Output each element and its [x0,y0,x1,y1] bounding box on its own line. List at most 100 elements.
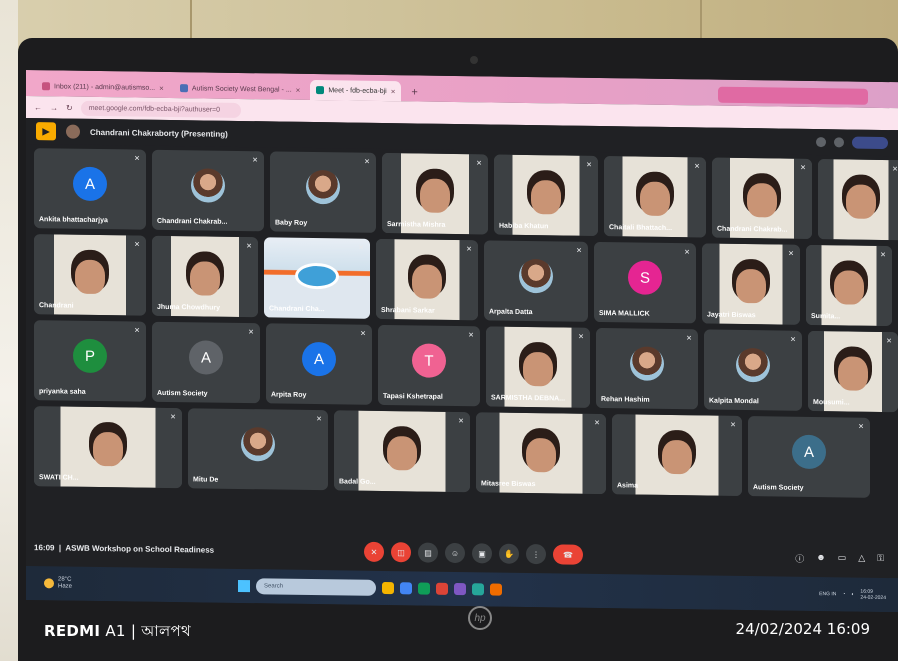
participant-name: Jhuma Chowdhury [157,303,221,312]
app-icon[interactable] [436,582,449,595]
app-icon[interactable] [490,583,503,596]
app-icon[interactable] [454,582,467,596]
mic-muted-icon: ✕ [800,164,806,172]
participant-tile[interactable]: A ✕ Autism Society [152,321,260,404]
participant-tile[interactable]: ✕ Chandrani Chakrab... [712,157,812,239]
participant-tile[interactable]: ✕ Jayatri Biswas [702,243,800,325]
grid-row: P ✕ priyanka saha A ✕ Autism Society A ✕ Arpita … [34,320,898,413]
captions-icon[interactable]: ▤ [418,542,438,563]
participant-tile[interactable]: ✕ Mitasree Biswas [476,412,606,495]
participant-face [523,351,553,386]
participant-tile[interactable]: ✕ Sarmistha Mishra [382,152,488,235]
avatar [519,259,553,294]
participant-tile[interactable]: ✕ Chandrani [34,234,146,316]
participant-tile[interactable]: A ✕ Autism Society [748,416,870,498]
settings-icon[interactable] [816,137,826,148]
presentation-logo [295,263,339,290]
present-icon[interactable]: ▣ [472,543,492,564]
participant-tile[interactable]: ✕ Habiba Khatun [494,154,598,236]
clock[interactable]: 16:09 24-02-2024 [860,589,886,601]
participant-tile[interactable]: ✕ Shrabani Sarkar [376,238,478,321]
participant-tile[interactable]: ✕ Arpalta Datta [484,240,588,322]
url-input[interactable]: meet.google.com/fdb-ecba-bji?authuser=0 [80,100,241,118]
participant-tile[interactable]: ✕ Chandrani Cha... [264,237,370,319]
new-tab-button[interactable]: + [405,86,423,101]
people-icon[interactable]: ☻ [816,552,825,565]
mic-muted-icon: ✕ [248,329,254,337]
presenting-label: Chandrani Chakraborty (Presenting) [90,127,228,139]
participant-tile[interactable]: ✕ Kalpita Mondal [704,329,802,411]
avatar [191,168,225,203]
activities-icon[interactable]: △ [858,552,865,565]
participant-name: SIMA MALLICK [599,310,650,318]
participant-tile[interactable]: A ✕ Ankita bhattacharjya [34,148,146,230]
participant-tile[interactable]: ✕ Asima [612,414,742,496]
participant-name: Autism Society [753,484,804,492]
participant-tile[interactable]: T ✕ Tapasi Kshetrapal [378,324,480,407]
meeting-controls: ✕ ◫ ▤ ☺ ▣ ✋ ⋮ ☎ [364,541,583,565]
system-tray: ENG IN ◔ ◐ 16:09 24-02-2024 [819,588,886,601]
volume-icon[interactable]: ◐ [851,592,854,598]
grid-row: A ✕ Ankita bhattacharjya ✕ Chandrani Chakrab… [34,148,898,241]
browser-tab[interactable]: Inbox (211) - admin@autismso... × [36,76,170,98]
participant-name: Autism Society [157,389,208,398]
profile-button[interactable] [852,136,888,150]
participant-tile[interactable]: ✕ Badal Go... [334,410,470,493]
raise-hand-icon[interactable]: ✋ [499,543,519,564]
close-tab-icon[interactable]: × [159,83,164,92]
camera-off-icon[interactable]: ◫ [391,542,411,563]
participant-name: Chandrani Chakrab... [157,217,228,226]
participant-tile[interactable]: ✕ SARMISTHA DEBNA... [486,326,590,408]
participant-tile[interactable]: ✕ Rehan Hashim [596,327,698,410]
mic-muted-icon: ✕ [730,421,736,429]
mic-muted-icon: ✕ [364,158,370,166]
chat-icon[interactable]: ▭ [838,552,847,565]
participant-tile[interactable]: ✕ Sumita... [806,244,892,327]
participant-tile[interactable]: ✕ SWATI CH... [34,406,182,489]
host-controls-icon[interactable]: ⚿ [877,552,884,565]
browser-tab[interactable]: Autism Society West Bengal - ... × [174,78,307,100]
file-explorer-icon[interactable] [382,581,395,595]
close-tab-icon[interactable]: × [391,87,396,96]
emoji-icon[interactable]: ☺ [445,542,465,564]
info-icon[interactable]: ⓘ [795,551,804,564]
participant-tile[interactable]: ✕ Mousumi... [808,330,898,413]
participant-tile[interactable]: ✕ Chaitali Bhattach... [604,156,706,238]
participant-name: Chaitali Bhattach... [609,224,673,233]
more-options-icon[interactable]: ⋮ [526,543,546,565]
participant-tile[interactable]: ✕ [818,159,898,241]
windows-start-icon[interactable] [238,579,251,593]
end-call-icon[interactable]: ☎ [553,544,583,565]
participant-tile[interactable]: S ✕ SIMA MALLICK [594,241,696,324]
participant-tile[interactable]: ✕ Chandrani Chakrab... [152,149,264,232]
account-icon[interactable] [834,137,844,148]
participant-grid: A ✕ Ankita bhattacharjya ✕ Chandrani Chakrab… [34,148,898,504]
mic-off-icon[interactable]: ✕ [364,541,384,562]
back-icon[interactable]: ← [34,103,42,112]
participant-tile[interactable]: ✕ Baby Roy [270,151,376,233]
taskbar-search[interactable]: Search [256,578,377,596]
close-tab-icon[interactable]: × [296,85,301,94]
participant-face [838,355,868,391]
participant-tile[interactable]: P ✕ priyanka saha [34,320,146,402]
participant-tile[interactable]: A ✕ Arpita Roy [266,323,372,405]
meet-logo-icon: ▶ [36,122,56,141]
participant-tile[interactable]: ✕ Jhuma Chowdhury [152,235,258,318]
weather-widget[interactable]: 28°C Haze [44,577,72,591]
chrome-icon[interactable] [400,582,413,595]
mic-muted-icon: ✕ [576,247,582,255]
participant-tile[interactable]: ✕ Mitu De [188,408,328,491]
language-indicator[interactable]: ENG IN [819,591,836,597]
app-icon[interactable] [472,583,485,596]
reload-icon[interactable]: ↻ [66,103,73,112]
device-watermark: REDMI A1 | আলপথ [44,622,192,640]
avatar: A [792,434,826,470]
participant-face [75,259,105,294]
browser-tab-active[interactable]: Meet - fdb-ecba-bji × [310,79,402,102]
wifi-icon[interactable]: ◔ [842,591,845,597]
app-icon[interactable] [418,582,431,595]
participant-name: Kalpita Mondal [709,397,759,406]
mic-muted-icon: ✕ [790,336,796,344]
participant-name: Arpita Roy [271,391,307,399]
forward-icon[interactable]: → [50,103,58,112]
